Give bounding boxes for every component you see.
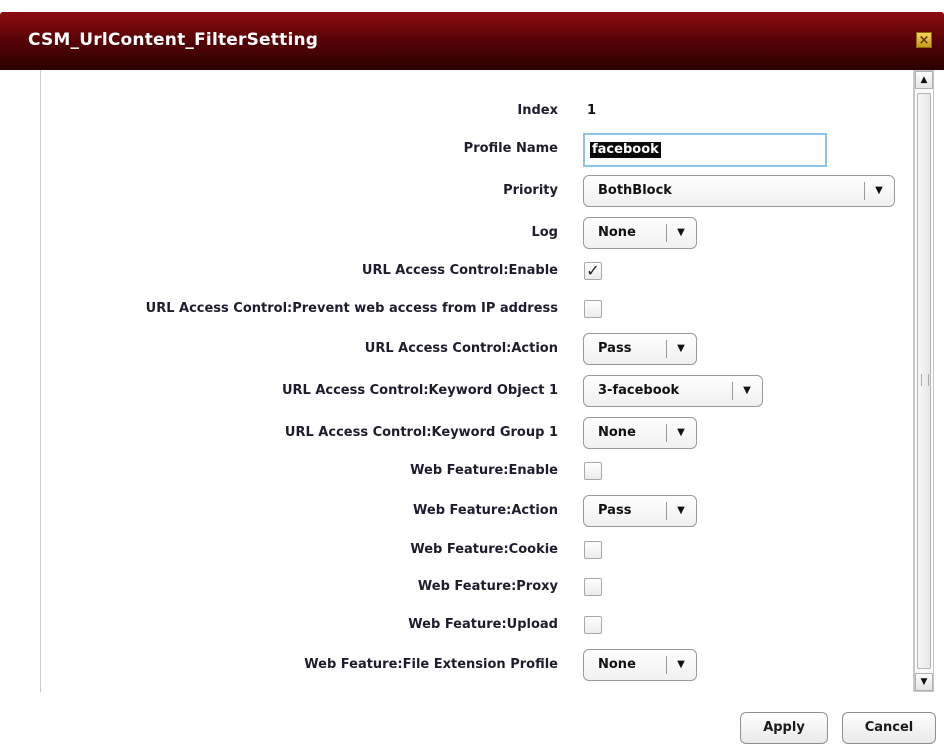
- row-log: Log None ▼: [41, 217, 913, 249]
- row-profile-name: Profile Name facebook: [41, 133, 913, 167]
- url-prevent-ip-label: URL Access Control:Prevent web access fr…: [145, 301, 558, 316]
- row-web-upload: Web Feature:Upload: [41, 610, 913, 640]
- form-panel: Index 1 Profile Name facebook Priority B…: [40, 70, 914, 692]
- chevron-down-icon: ▼: [677, 505, 685, 516]
- profile-name-label: Profile Name: [463, 141, 558, 156]
- url-keyword-group-label: URL Access Control:Keyword Group 1: [284, 425, 558, 440]
- web-upload-checkbox[interactable]: [584, 616, 602, 634]
- web-action-select[interactable]: Pass ▼: [583, 495, 697, 527]
- log-value: None: [598, 225, 636, 240]
- web-proxy-checkbox[interactable]: [584, 578, 602, 596]
- close-icon[interactable]: ×: [916, 32, 932, 48]
- row-url-keyword-group: URL Access Control:Keyword Group 1 None …: [41, 417, 913, 449]
- url-keyword-object-value: 3-facebook: [598, 383, 680, 398]
- priority-select[interactable]: BothBlock ▼: [583, 175, 895, 207]
- web-action-value: Pass: [598, 503, 632, 518]
- chevron-down-icon: ▼: [875, 185, 883, 196]
- web-cookie-checkbox[interactable]: [584, 541, 602, 559]
- web-enable-label: Web Feature:Enable: [410, 463, 558, 478]
- url-enable-checkbox[interactable]: ✓: [584, 262, 602, 280]
- priority-value: BothBlock: [598, 183, 672, 198]
- url-keyword-object-label: URL Access Control:Keyword Object 1: [281, 383, 558, 398]
- web-file-ext-select[interactable]: None ▼: [583, 649, 697, 681]
- filter-setting-dialog: CSM_UrlContent_FilterSetting × Index 1 P…: [0, 0, 944, 754]
- vertical-scrollbar[interactable]: ▲ ▼: [914, 70, 934, 692]
- url-action-label: URL Access Control:Action: [364, 341, 558, 356]
- url-action-select[interactable]: Pass ▼: [583, 333, 697, 365]
- check-icon: ✓: [586, 261, 600, 280]
- scroll-down-icon[interactable]: ▼: [915, 673, 933, 691]
- row-priority: Priority BothBlock ▼: [41, 175, 913, 207]
- dropdown-divider: [666, 656, 667, 674]
- scroll-thumb[interactable]: [917, 93, 931, 669]
- dropdown-divider: [666, 224, 667, 242]
- row-web-cookie: Web Feature:Cookie: [41, 535, 913, 565]
- row-url-action: URL Access Control:Action Pass ▼: [41, 333, 913, 365]
- web-upload-label: Web Feature:Upload: [408, 617, 558, 632]
- dropdown-divider: [864, 182, 865, 200]
- row-index: Index 1: [41, 96, 913, 126]
- row-web-file-ext: Web Feature:File Extension Profile None …: [41, 649, 913, 681]
- row-web-enable: Web Feature:Enable: [41, 456, 913, 486]
- profile-name-input[interactable]: facebook: [583, 133, 827, 167]
- dropdown-divider: [666, 340, 667, 358]
- cancel-button[interactable]: Cancel: [842, 712, 936, 744]
- apply-button[interactable]: Apply: [740, 712, 828, 744]
- dropdown-divider: [732, 382, 733, 400]
- dropdown-divider: [666, 502, 667, 520]
- url-action-value: Pass: [598, 341, 632, 356]
- index-value: 1: [587, 103, 597, 118]
- title-bar: CSM_UrlContent_FilterSetting ×: [0, 12, 944, 70]
- profile-name-value: facebook: [590, 142, 661, 158]
- web-proxy-label: Web Feature:Proxy: [417, 579, 558, 594]
- scroll-up-icon[interactable]: ▲: [915, 71, 933, 89]
- web-enable-checkbox[interactable]: [584, 462, 602, 480]
- dropdown-divider: [666, 424, 667, 442]
- index-label: Index: [517, 103, 558, 118]
- url-keyword-group-select[interactable]: None ▼: [583, 417, 697, 449]
- url-prevent-ip-checkbox[interactable]: [584, 300, 602, 318]
- web-file-ext-value: None: [598, 657, 636, 672]
- scroll-grip: [921, 374, 929, 386]
- chevron-down-icon: ▼: [677, 227, 685, 238]
- chevron-down-icon: ▼: [677, 659, 685, 670]
- chevron-down-icon: ▼: [677, 427, 685, 438]
- log-select[interactable]: None ▼: [583, 217, 697, 249]
- web-cookie-label: Web Feature:Cookie: [410, 542, 558, 557]
- log-label: Log: [531, 225, 558, 240]
- web-file-ext-label: Web Feature:File Extension Profile: [304, 657, 558, 672]
- chevron-down-icon: ▼: [677, 343, 685, 354]
- row-url-keyword-object: URL Access Control:Keyword Object 1 3-fa…: [41, 375, 913, 407]
- dialog-title: CSM_UrlContent_FilterSetting: [28, 30, 319, 50]
- url-keyword-object-select[interactable]: 3-facebook ▼: [583, 375, 763, 407]
- row-url-prevent-ip: URL Access Control:Prevent web access fr…: [41, 294, 913, 324]
- row-web-proxy: Web Feature:Proxy: [41, 572, 913, 602]
- url-keyword-group-value: None: [598, 425, 636, 440]
- row-url-enable: URL Access Control:Enable ✓: [41, 256, 913, 286]
- url-enable-label: URL Access Control:Enable: [361, 263, 558, 278]
- row-web-action: Web Feature:Action Pass ▼: [41, 495, 913, 527]
- priority-label: Priority: [503, 183, 558, 198]
- chevron-down-icon: ▼: [743, 385, 751, 396]
- web-action-label: Web Feature:Action: [413, 503, 558, 518]
